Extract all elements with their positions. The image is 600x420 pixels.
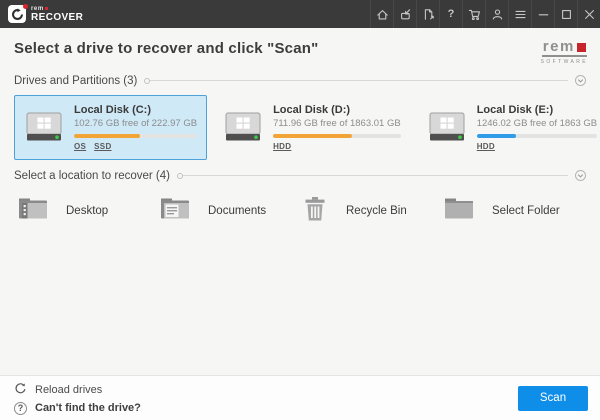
file-icon[interactable] (416, 0, 439, 28)
home-icon[interactable] (370, 0, 393, 28)
reload-drives-label: Reload drives (35, 384, 102, 396)
drive-name: Local Disk (D:) (273, 104, 401, 116)
brand-name: rem (543, 41, 575, 54)
reload-drives-button[interactable]: Reload drives (14, 382, 141, 398)
drive-usage-bar (273, 134, 401, 138)
drive-card-d[interactable]: Local Disk (D:) 711.96 GB free of 1863.0… (213, 95, 411, 160)
help-icon[interactable]: ? (439, 0, 462, 28)
drive-usage-bar (74, 134, 197, 138)
drive-capacity: 711.96 GB free of 1863.01 GB (273, 118, 401, 129)
location-label: Desktop (66, 205, 108, 217)
brand-small-text: rem (31, 6, 83, 12)
hard-drive-icon (24, 111, 64, 143)
locations-section-header: Select a location to recover (4) (14, 170, 586, 182)
drive-tags: HDD (477, 142, 597, 151)
section-divider (144, 78, 568, 84)
logo-red-dot (23, 4, 28, 9)
folder-icon (444, 196, 474, 226)
drive-name: Local Disk (C:) (74, 104, 197, 116)
drive-usage-bar (477, 134, 597, 138)
brand-tagline: SOFTWARE (541, 59, 588, 65)
drive-capacity: 1246.02 GB free of 1863 GB (477, 118, 597, 129)
cant-find-drive-link[interactable]: ? Can't find the drive? (14, 402, 141, 415)
drives-section-label: Drives and Partitions (3) (14, 75, 137, 87)
hard-drive-icon (427, 111, 467, 143)
recycle-bin-icon (302, 196, 328, 227)
locations-section-label: Select a location to recover (4) (14, 170, 170, 182)
locations-collapse-chevron-down-icon[interactable] (575, 170, 586, 181)
drive-name: Local Disk (E:) (477, 104, 597, 116)
app-window: rem RECOVER ? (0, 0, 600, 420)
location-desktop[interactable]: Desktop (18, 196, 160, 227)
import-icon[interactable] (393, 0, 416, 28)
drive-tag-hdd: HDD (477, 142, 495, 151)
desktop-folder-icon (18, 196, 48, 226)
drive-tag-ssd: SSD (94, 142, 111, 151)
drive-list: Local Disk (C:) 102.76 GB free of 222.97… (14, 95, 586, 160)
close-icon[interactable] (577, 0, 600, 28)
menu-icon[interactable] (508, 0, 531, 28)
scan-button[interactable]: Scan (518, 386, 588, 411)
cant-find-drive-label: Can't find the drive? (35, 402, 141, 414)
location-select-folder[interactable]: Select Folder (444, 196, 586, 227)
location-label: Recycle Bin (346, 205, 407, 217)
location-label: Documents (208, 205, 266, 217)
hard-drive-icon (223, 111, 263, 143)
refresh-icon (14, 382, 27, 398)
location-documents[interactable]: Documents (160, 196, 302, 227)
titlebar: rem RECOVER ? (0, 0, 600, 28)
drives-collapse-chevron-down-icon[interactable] (575, 75, 586, 86)
product-name: RECOVER (31, 13, 83, 23)
location-recycle-bin[interactable]: Recycle Bin (302, 196, 444, 227)
drive-tags: HDD (273, 142, 401, 151)
drive-card-c[interactable]: Local Disk (C:) 102.76 GB free of 222.97… (14, 95, 207, 160)
titlebar-icons: ? (370, 0, 600, 28)
drive-tag-hdd: HDD (273, 142, 291, 151)
location-label: Select Folder (492, 205, 560, 217)
section-divider (177, 173, 568, 179)
maximize-icon[interactable] (554, 0, 577, 28)
brand-red-square (45, 7, 48, 10)
drive-card-e[interactable]: Local Disk (E:) 1246.02 GB free of 1863 … (417, 95, 600, 160)
drive-tags: OS SSD (74, 142, 197, 151)
cart-icon[interactable] (462, 0, 485, 28)
minimize-icon[interactable] (531, 0, 554, 28)
header: Select a drive to recover and click "Sca… (0, 28, 600, 65)
product-wordmark: rem RECOVER (31, 6, 83, 23)
brand-red-square (577, 43, 586, 52)
location-list: Desktop Documents Recycle Bin Select Fol… (18, 196, 586, 227)
drive-capacity: 102.76 GB free of 222.97 GB (74, 118, 197, 129)
account-icon[interactable] (485, 0, 508, 28)
drive-tag-os: OS (74, 142, 86, 151)
remo-recover-logo-icon (8, 5, 26, 23)
documents-folder-icon (160, 196, 190, 226)
question-circle-icon: ? (14, 402, 27, 415)
remo-software-logo: rem SOFTWARE (541, 40, 588, 65)
footer: Reload drives ? Can't find the drive? Sc… (0, 375, 600, 420)
drives-section-header: Drives and Partitions (3) (14, 75, 586, 87)
page-title: Select a drive to recover and click "Sca… (14, 40, 318, 57)
